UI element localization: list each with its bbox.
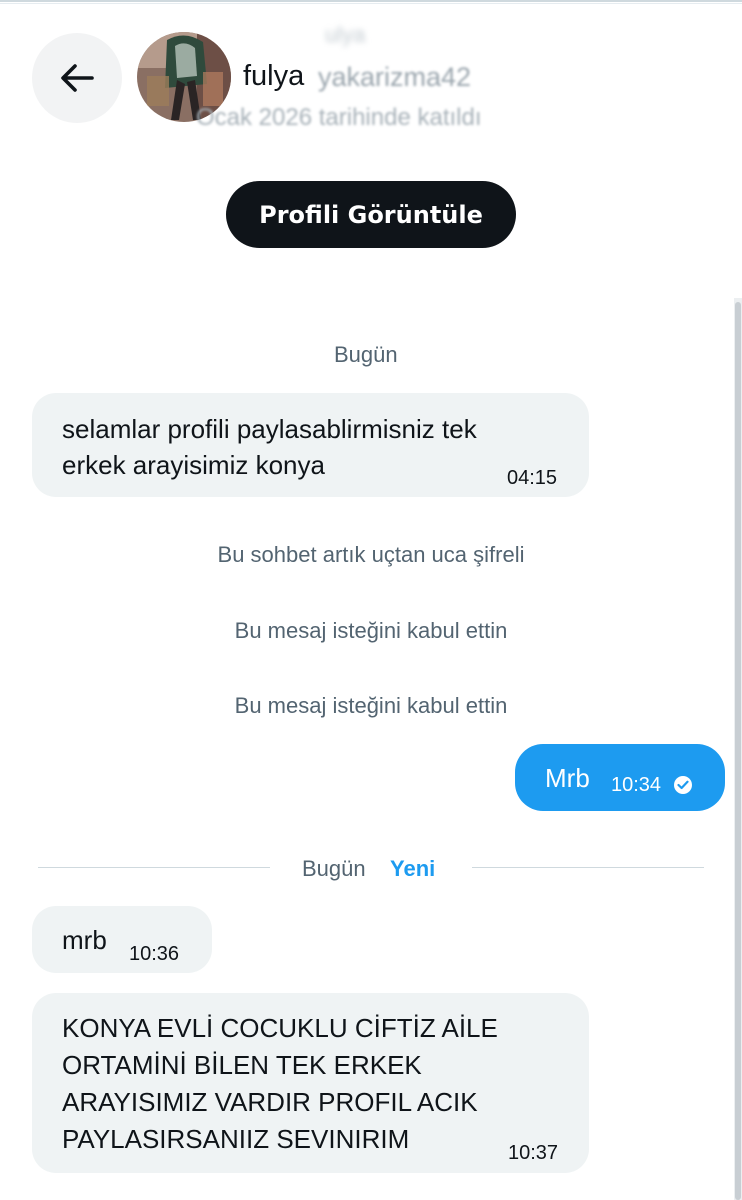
dm-conversation-screen: ulya fulya yakarizma42 Ocak 2026 tarihin… <box>0 0 742 1200</box>
message-timestamp: 10:37 <box>508 1142 559 1164</box>
message-text-line: selamlar profili paylasablirmisniz tek <box>62 414 477 444</box>
message-timestamp: 10:34 <box>611 774 662 796</box>
message-text-line: erkek arayisimiz konya <box>62 450 325 480</box>
scrollbar-thumb[interactable] <box>735 302 741 1200</box>
message-text-line: PAYLASIRSANIIZ SEVINIRIM <box>62 1124 410 1154</box>
display-name: fulya <box>243 60 305 92</box>
username-handle: yakarizma42 <box>318 62 472 92</box>
request-accepted-notice: Bu mesaj isteğini kabul ettin <box>234 693 508 718</box>
message-text: mrb <box>62 925 107 955</box>
message-timestamp: 10:36 <box>129 943 180 965</box>
new-messages-divider-left <box>38 867 270 868</box>
date-separator: Bugün <box>334 342 398 367</box>
outgoing-message[interactable]: Mrb 10:34 <box>515 744 725 811</box>
encryption-notice: Bu sohbet artık uçtan uca şifreli <box>217 542 525 567</box>
back-button[interactable] <box>32 33 122 123</box>
request-accepted-notice: Bu mesaj isteğini kabul ettin <box>234 618 508 643</box>
incoming-message[interactable]: mrb 10:36 <box>32 906 212 973</box>
new-messages-label: Yeni <box>390 856 436 881</box>
incoming-message[interactable]: selamlar profili paylasablirmisniz tek e… <box>32 393 589 497</box>
read-check-icon <box>674 776 692 794</box>
message-text-line: ORTAMİNİ BİLEN TEK ERKEK <box>62 1050 422 1080</box>
join-date: Ocak 2026 tarihinde katıldı <box>196 104 482 131</box>
top-divider <box>0 0 742 4</box>
view-profile-button[interactable]: Profili Görüntüle <box>226 181 516 248</box>
new-messages-divider-right <box>472 867 704 868</box>
blurred-top-text: ulya <box>325 22 366 47</box>
arrow-left-icon <box>61 64 94 92</box>
message-timestamp: 04:15 <box>507 467 558 489</box>
message-text-line: KONYA EVLİ COCUKLU CİFTİZ AİLE <box>62 1013 498 1043</box>
date-separator: Bugün <box>302 856 366 881</box>
message-text: Mrb <box>545 763 590 793</box>
incoming-message[interactable]: KONYA EVLİ COCUKLU CİFTİZ AİLE ORTAMİNİ … <box>32 993 589 1173</box>
message-text-line: ARAYISIMIZ VARDIR PROFIL ACIK <box>62 1087 478 1117</box>
